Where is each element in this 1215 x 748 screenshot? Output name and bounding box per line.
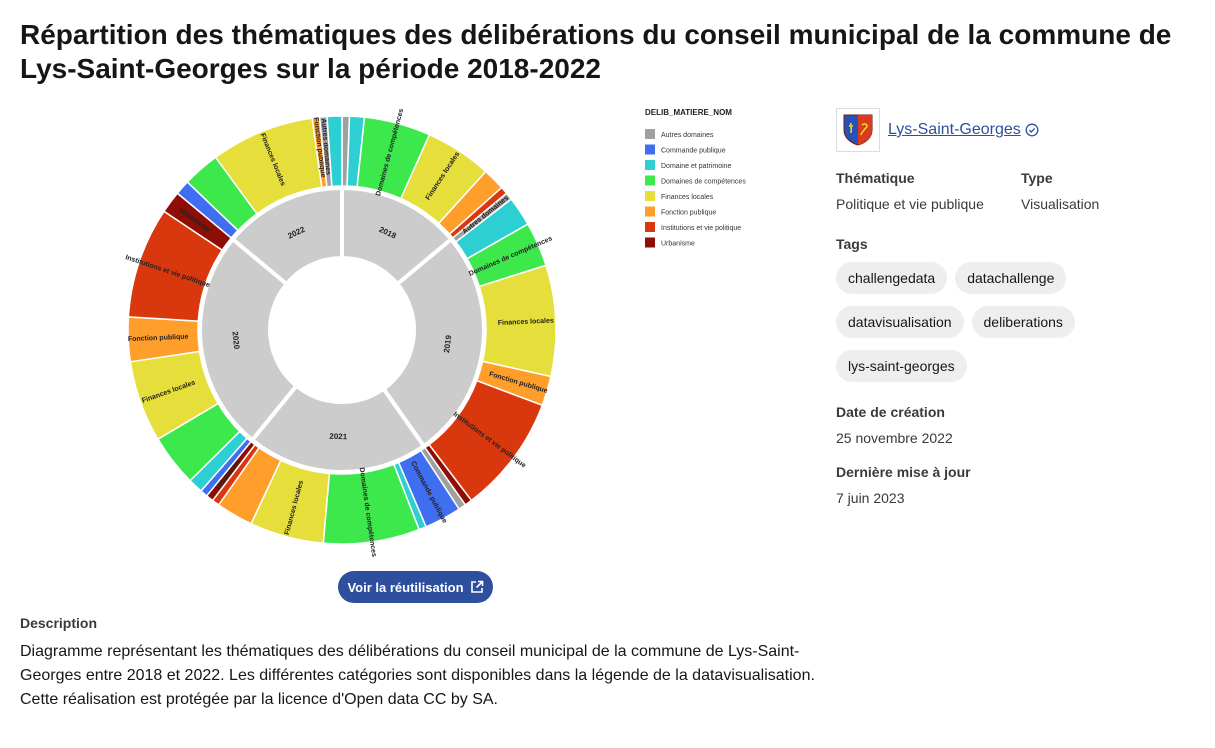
type-label: Type xyxy=(1021,170,1053,186)
tag[interactable]: datachallenge xyxy=(955,262,1067,294)
created-value: 25 novembre 2022 xyxy=(836,430,953,446)
organization-name: Lys-Saint-Georges xyxy=(888,121,1021,138)
metadata-sidebar: Lys-Saint-Georges Thématique Politique e… xyxy=(836,108,1206,508)
page-title: Répartition des thématiques des délibéra… xyxy=(20,19,1172,84)
external-link-icon xyxy=(470,580,484,594)
created-label: Date de création xyxy=(836,404,945,420)
legend-label-domaines-de-competences: Domaines de compétences xyxy=(661,179,746,186)
organization-logo[interactable] xyxy=(836,108,880,152)
tag[interactable]: challengedata xyxy=(836,262,948,294)
legend-label-domaine-et-patrimoine: Domaine et patrimoine xyxy=(661,163,732,170)
coat-of-arms-icon xyxy=(843,114,873,146)
description-body: Diagramme représentant les thématiques d… xyxy=(20,640,820,712)
legend-swatch-urbanisme xyxy=(645,237,655,248)
updated-value: 7 juin 2023 xyxy=(836,490,905,506)
legend-swatch-domaines-de-competences xyxy=(645,175,655,186)
reuse-button-label: Voir la réutilisation xyxy=(347,579,464,595)
organization: Lys-Saint-Georges xyxy=(836,108,1206,152)
legend-label-fonction-publique: Fonction publique xyxy=(661,210,716,217)
legend-title: DELIB_MATIERE_NOM xyxy=(645,108,732,117)
thematique-label: Thématique xyxy=(836,170,915,186)
type-value: Visualisation xyxy=(1021,196,1100,212)
description-paragraph: Diagramme représentant les thématiques d… xyxy=(20,643,815,684)
legend-swatch-commande-publique xyxy=(645,144,655,155)
legend-swatch-finances-locales xyxy=(645,191,655,201)
type: Type Visualisation xyxy=(1021,168,1206,214)
legend-label-urbanisme: Urbanisme xyxy=(661,241,695,248)
voir-reutilisation-button[interactable]: Voir la réutilisation xyxy=(338,571,493,603)
organization-link[interactable]: Lys-Saint-Georges xyxy=(888,121,1039,139)
description-license: Cette réalisation est protégée par la li… xyxy=(20,691,498,708)
legend-swatch-institutions-et-vie-politique xyxy=(645,222,655,232)
chart-svg: 2018Domaines de compétences Finances loca… xyxy=(124,108,746,558)
legend-swatch-domaine-et-patrimoine xyxy=(645,160,655,170)
legend-label-autres-domaines: Autres domaines xyxy=(661,132,714,139)
verified-badge-icon xyxy=(1025,123,1039,137)
legend-label-finances-locales: Finances locales xyxy=(661,194,714,201)
tag[interactable]: deliberations xyxy=(971,306,1075,338)
sunburst-chart: 2018 Domaines de compétences Finances loca… xyxy=(110,100,770,560)
tag[interactable]: lys-saint-georges xyxy=(836,350,967,382)
year-label-2021: 2021 xyxy=(329,432,348,442)
thematique-value: Politique et vie publique xyxy=(836,196,984,212)
updated-label: Dernière mise à jour xyxy=(836,464,971,480)
tag[interactable]: datavisualisation xyxy=(836,306,964,338)
legend-label-institutions-et-vie-politique: Institutions et vie politique xyxy=(661,225,741,232)
thematique-type-row: Thématique Politique et vie publique Typ… xyxy=(836,168,1206,214)
tag-list: challengedata datachallenge datavisualis… xyxy=(836,262,1136,382)
tags-label: Tags xyxy=(836,236,868,252)
description-heading: Description xyxy=(20,615,98,631)
legend-swatch-fonction-publique xyxy=(645,206,655,217)
legend-label-commande-publique: Commande publique xyxy=(661,148,726,155)
year-label-2020: 2020 xyxy=(231,331,242,350)
thematique: Thématique Politique et vie publique xyxy=(836,168,1021,214)
legend-swatch-autres-domaines xyxy=(645,129,655,139)
